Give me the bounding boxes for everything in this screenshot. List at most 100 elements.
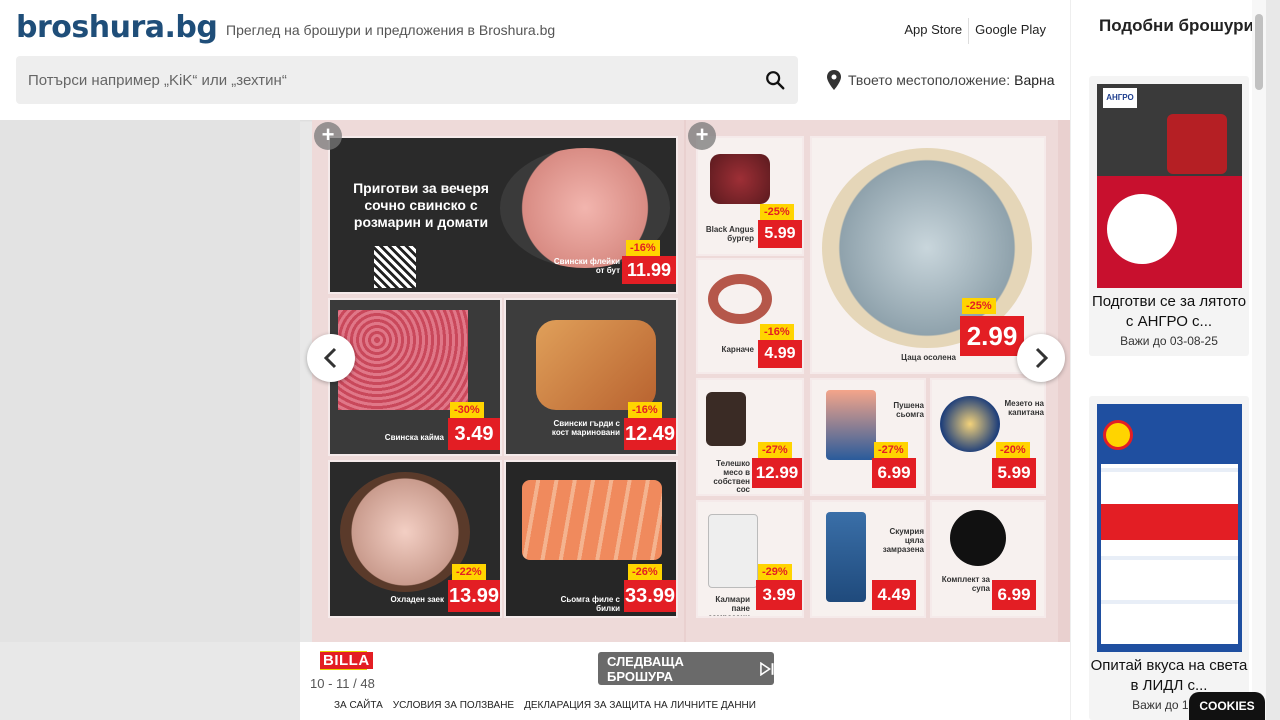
sausage-image (708, 274, 772, 324)
footer-link-about[interactable]: ЗА САЙТА (334, 700, 383, 711)
similar-brochures-sidebar: Подобни брошури АНГРО Подготви се за лят… (1070, 0, 1266, 720)
product-tile: -26% 33.99 Сьомга филе с билки (504, 460, 678, 618)
product-tile: -16% 4.99 Карначе (696, 258, 804, 374)
page-counter: 10 - 11 / 48 (310, 676, 375, 691)
card-title: Подготви се за лятото с АНГРО с... (1091, 293, 1247, 330)
product-name: Пушена сьомга (893, 401, 924, 419)
location-city[interactable]: Варна (1014, 72, 1054, 88)
location-pin-icon (827, 70, 841, 90)
discount-badge: -29% (758, 564, 792, 580)
burger-image (710, 154, 770, 204)
price-badge: 5.99 (758, 220, 802, 248)
price-badge: 33.99 (624, 580, 676, 612)
price-badge: 11.99 (622, 256, 676, 284)
fish-logo-image (950, 510, 1006, 566)
discount-badge: -26% (628, 564, 662, 580)
product-name: Телешко месо в собствен сос (713, 459, 750, 495)
search-icon[interactable] (764, 69, 786, 91)
product-tile: -22% 13.99 Охладен заек (328, 460, 502, 618)
zoom-in-button[interactable]: + (314, 122, 342, 150)
footer-link-terms[interactable]: УСЛОВИЯ ЗА ПОЛЗВАНЕ (393, 700, 514, 711)
chevron-right-icon (1035, 347, 1049, 369)
mackerel-image (826, 512, 866, 602)
product-name: Карначе (721, 345, 755, 354)
price-badge: 3.99 (756, 580, 802, 610)
qr-code-icon (374, 246, 416, 288)
discount-badge: -20% (996, 442, 1030, 458)
brochure-card[interactable]: АНГРО Подготви се за лятото с АНГРО с...… (1089, 76, 1249, 356)
discount-badge: -25% (962, 298, 996, 314)
search-input[interactable] (16, 56, 756, 104)
discount-badge: -27% (874, 442, 908, 458)
next-page-button[interactable] (1017, 334, 1065, 382)
card-title: Опитай вкуса на света в ЛИДЛ с... (1090, 657, 1248, 694)
price-badge: 12.49 (624, 418, 676, 450)
brochure-thumbnail[interactable]: АНГРО (1097, 84, 1242, 288)
price-badge: 6.99 (872, 458, 916, 488)
card-date: Важи до 03-08-25 (1120, 334, 1218, 348)
site-header: broshura.bg Преглед на брошури и предлож… (0, 0, 1070, 120)
drill-image (1167, 114, 1227, 174)
store-logo[interactable]: BILLA (320, 651, 373, 670)
product-name: Скумрия цяла замразена (882, 527, 924, 554)
angro-logo: АНГРО (1103, 88, 1137, 108)
price-badge: 4.49 (872, 580, 916, 610)
price-badge: 6.99 (992, 580, 1036, 610)
brochure-card[interactable]: Опитай вкуса на света в ЛИДЛ с... Важи д… (1089, 396, 1249, 720)
battery-image (1107, 194, 1177, 264)
brochure-viewer[interactable]: Приготви за вечеря сочно свинско с розма… (312, 120, 1072, 644)
scrollbar[interactable] (1252, 0, 1266, 720)
footer-link-privacy[interactable]: ДЕКЛАРАЦИЯ ЗА ЗАЩИТА НА ЛИЧНИТЕ ДАННИ (524, 700, 756, 711)
site-tagline: Преглед на брошури и предложения в Brosh… (226, 22, 556, 38)
discount-badge: -30% (450, 402, 484, 418)
minced-meat-image (338, 310, 468, 410)
brochure-footer: BILLA 10 - 11 / 48 СЛЕДВАЩА БРОШУРА ЗА С… (300, 642, 1070, 720)
product-tile: 6.99 Комплект за супа (930, 500, 1046, 618)
price-badge: 3.49 (448, 418, 500, 450)
salmon-image (522, 480, 662, 560)
promo-banner (1101, 504, 1238, 540)
next-brochure-button[interactable]: СЛЕДВАЩА БРОШУРА (598, 652, 774, 685)
price-badge: 12.99 (752, 458, 802, 488)
discount-badge: -16% (760, 324, 794, 340)
product-tile: -25% 5.99 Black Angus бургер (696, 136, 804, 256)
chevron-left-icon (323, 347, 337, 369)
price-badge: 2.99 (960, 316, 1024, 356)
site-logo[interactable]: broshura.bg (16, 10, 218, 45)
brochure-page-right[interactable]: -25% 5.99 Black Angus бургер -16% 4.99 К… (686, 120, 1058, 644)
product-name: Цаца осолена (901, 353, 956, 362)
location-selector[interactable]: Твоето местоположение: Варна (826, 70, 1055, 90)
jar-image (706, 392, 746, 446)
product-name: Мезето на капитана (1004, 399, 1044, 417)
brochure-thumbnail[interactable] (1097, 404, 1242, 652)
brochure-page-left[interactable]: Приготви за вечеря сочно свинско с розма… (312, 120, 684, 644)
cookies-button[interactable]: COOKIES (1189, 692, 1265, 720)
scrollbar-thumb[interactable] (1255, 14, 1263, 90)
left-panel (0, 120, 300, 642)
store-logo-text: BILLA (320, 652, 373, 669)
zoom-in-button[interactable]: + (688, 122, 716, 150)
search-bar (16, 56, 798, 104)
product-name: Свински флейки от бут (553, 257, 620, 275)
discount-badge: -22% (452, 564, 486, 580)
pork-ribs-image (536, 320, 656, 410)
price-badge: 5.99 (992, 458, 1036, 488)
product-name: Свинска кайма (384, 433, 444, 442)
product-name: Black Angus бургер (705, 225, 754, 243)
rabbit-image (340, 472, 470, 592)
discount-badge: -25% (760, 204, 794, 220)
lidl-logo (1103, 420, 1133, 450)
product-tile: -20% 5.99 Мезето на капитана (930, 378, 1046, 496)
google-play-link[interactable]: Google Play (969, 22, 1052, 44)
product-name: Сьомга филе с билки (560, 595, 620, 613)
skip-next-icon (759, 661, 774, 676)
smoked-salmon-image (826, 390, 876, 460)
discount-badge: -16% (628, 402, 662, 418)
product-name: Комплект за супа (941, 575, 990, 593)
product-tile: -25% 2.99 Цаца осолена (810, 136, 1046, 374)
fish-can-image (940, 396, 1000, 452)
product-tile: 4.49 Скумрия цяла замразена (810, 500, 926, 618)
previous-page-button[interactable] (307, 334, 355, 382)
footer-links: ЗА САЙТА УСЛОВИЯ ЗА ПОЛЗВАНЕ ДЕКЛАРАЦИЯ … (334, 700, 756, 711)
app-store-link[interactable]: App Store (898, 22, 968, 44)
